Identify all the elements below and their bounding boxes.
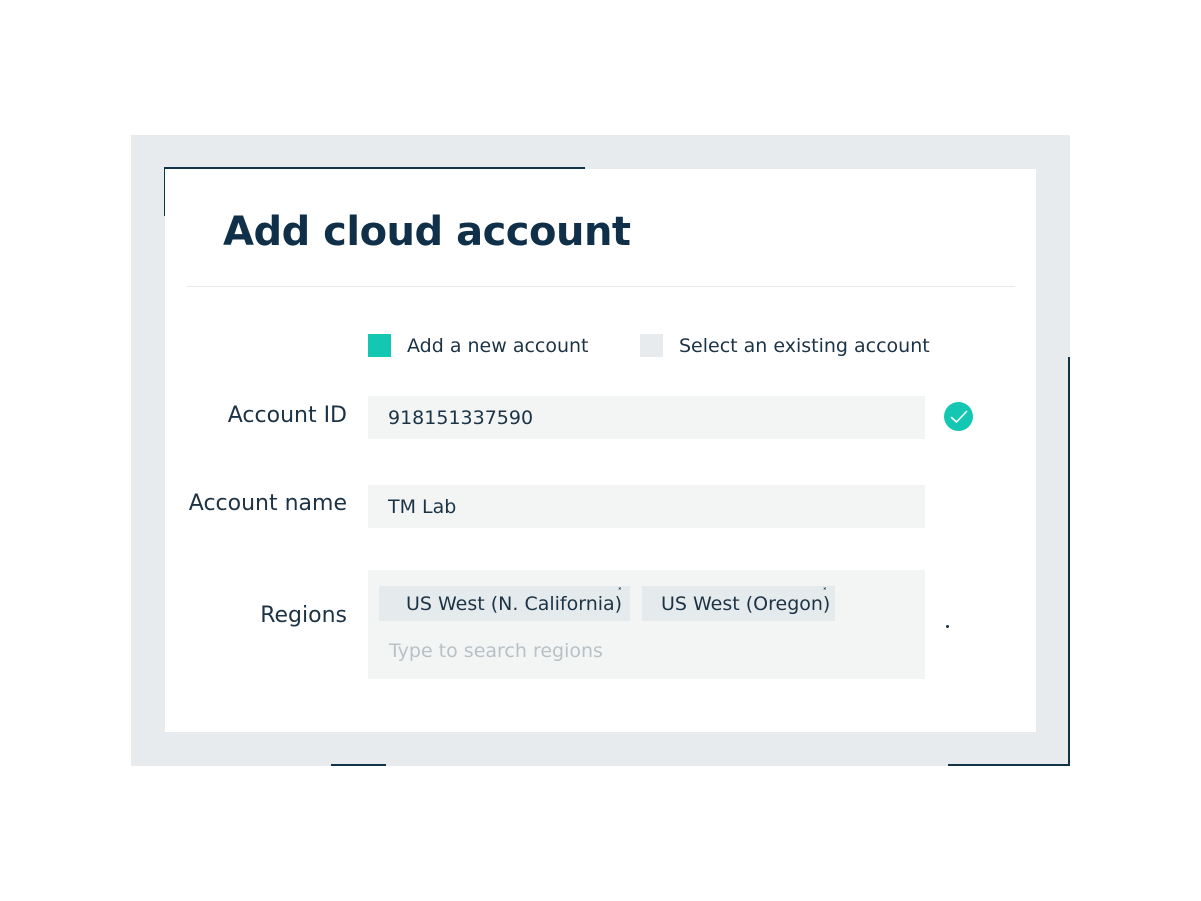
radio-selected-icon xyxy=(368,334,391,357)
close-icon[interactable]: ˟ xyxy=(822,586,828,599)
region-search-input[interactable] xyxy=(389,637,889,665)
title-divider xyxy=(186,286,1015,287)
decor-line-bottom-left xyxy=(331,764,386,766)
regions-label: Regions xyxy=(260,603,347,628)
option-label: Add a new account xyxy=(407,334,589,357)
check-circle-icon xyxy=(944,402,973,431)
account-id-value: 918151337590 xyxy=(388,406,534,429)
option-select-existing-account[interactable]: Select an existing account xyxy=(640,334,930,357)
region-tag-label: US West (N. California) xyxy=(406,592,623,615)
account-name-value: TM Lab xyxy=(388,495,457,518)
region-tag-n-california: US West (N. California) ˟ xyxy=(379,586,630,621)
option-label: Select an existing account xyxy=(679,334,930,357)
account-id-label: Account ID xyxy=(227,403,347,428)
checkmark-glyph xyxy=(950,410,967,423)
account-name-input[interactable]: TM Lab xyxy=(368,485,925,528)
account-name-label: Account name xyxy=(188,491,347,516)
account-id-input[interactable]: 918151337590 xyxy=(368,396,925,439)
radio-unselected-icon xyxy=(640,334,663,357)
add-account-dialog: Add cloud account Add a new account Sele… xyxy=(165,169,1036,732)
cursor-dot xyxy=(946,625,949,628)
region-tag-label: US West (Oregon) xyxy=(661,592,831,615)
decor-line-right xyxy=(1068,357,1070,766)
decor-line-bottom-right xyxy=(948,764,1070,766)
close-icon[interactable]: ˟ xyxy=(617,586,623,599)
option-add-new-account[interactable]: Add a new account xyxy=(368,334,589,357)
dialog-title: Add cloud account xyxy=(223,209,631,255)
region-tag-oregon: US West (Oregon) ˟ xyxy=(642,586,835,621)
